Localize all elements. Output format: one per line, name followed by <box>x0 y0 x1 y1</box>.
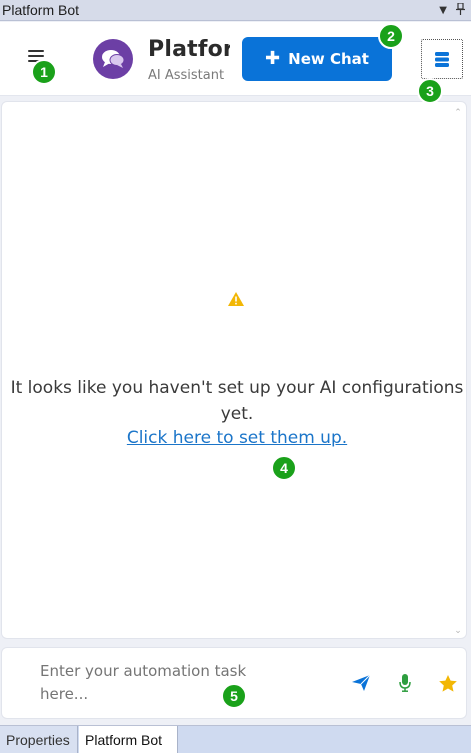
step-badge-3: 3 <box>417 78 443 104</box>
warning-icon <box>228 292 244 306</box>
panel-tabs: Properties Platform Bot <box>0 725 471 753</box>
database-icon <box>435 51 449 67</box>
step-badge-4: 4 <box>271 455 297 481</box>
star-icon <box>439 674 457 692</box>
panel-title-bar: Platform Bot ▼ <box>0 0 471 21</box>
scroll-down-icon[interactable]: ⌄ <box>452 626 464 636</box>
tab-properties[interactable]: Properties <box>0 726 78 753</box>
pin-icon[interactable] <box>456 1 465 18</box>
favorite-button[interactable] <box>437 672 459 694</box>
setup-config-link[interactable]: Click here to set them up. <box>2 428 471 448</box>
chat-area[interactable]: ⌃ ⌄ It looks like you haven't set up you… <box>1 101 467 639</box>
new-chat-label: New Chat <box>288 50 369 68</box>
config-warning-message: It looks like you haven't set up your AI… <box>10 378 464 424</box>
database-button[interactable] <box>421 39 463 79</box>
send-button[interactable] <box>350 672 372 694</box>
send-icon <box>352 675 370 691</box>
step-badge-1: 1 <box>31 59 57 85</box>
brand-subtitle: AI Assistant <box>148 68 225 83</box>
panel-title: Platform Bot <box>2 2 80 18</box>
scroll-up-icon[interactable]: ⌃ <box>452 108 464 118</box>
panel-controls: ▼ <box>439 1 465 18</box>
step-badge-5: 5 <box>221 683 247 709</box>
chat-scrollbar[interactable]: ⌃ ⌄ <box>452 108 464 636</box>
plus-icon: ✚ <box>265 48 281 69</box>
new-chat-button[interactable]: ✚ New Chat <box>242 37 392 81</box>
dropdown-arrow-icon[interactable]: ▼ <box>439 5 447 16</box>
brand-title: Platform Bot <box>148 37 230 62</box>
tab-platform-bot[interactable]: Platform Bot <box>79 726 178 753</box>
microphone-button[interactable] <box>394 672 416 694</box>
chat-bubbles-icon <box>93 39 133 79</box>
microphone-icon <box>399 674 411 692</box>
step-badge-2: 2 <box>378 23 404 49</box>
